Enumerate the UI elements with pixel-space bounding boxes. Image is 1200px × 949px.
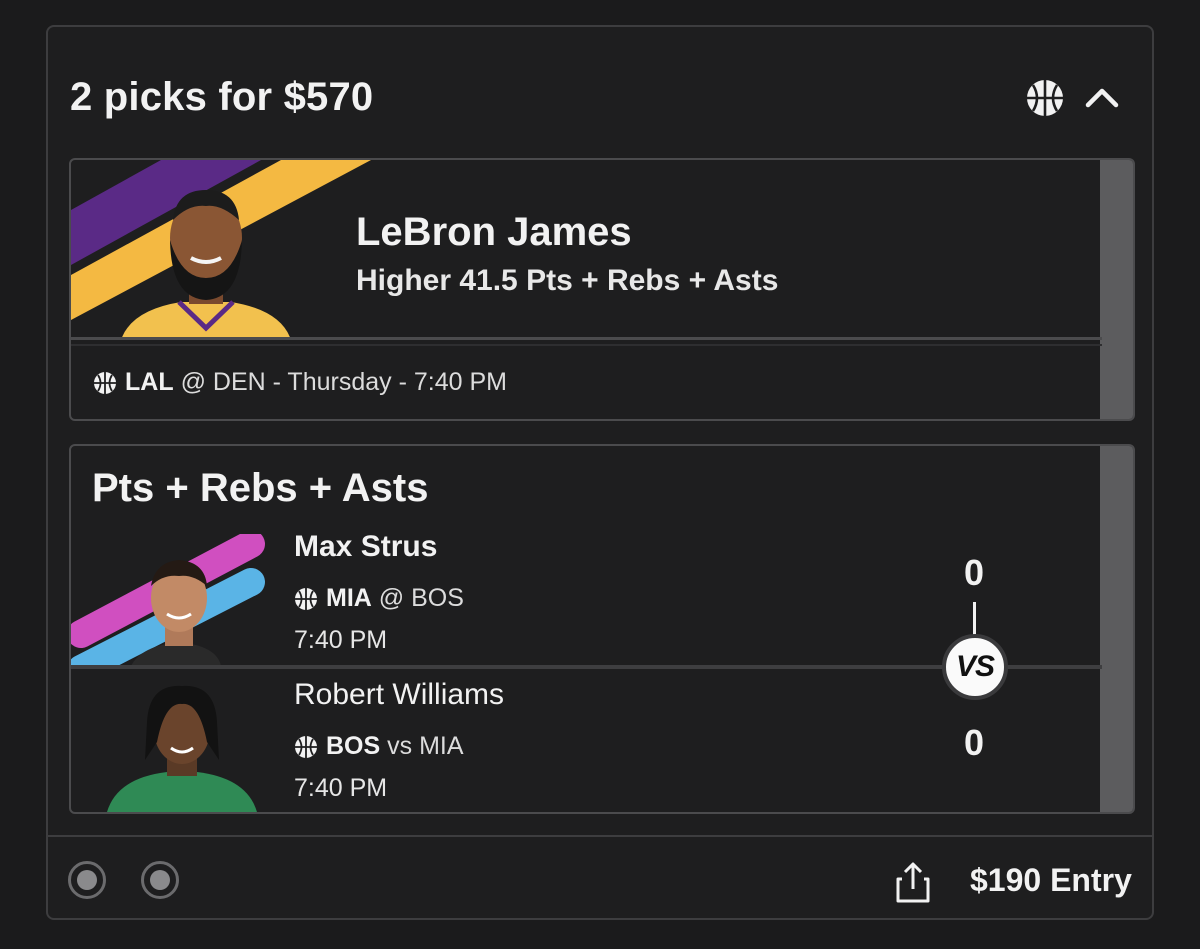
- basketball-icon: [295, 587, 317, 610]
- team-abbr: LAL: [125, 368, 174, 396]
- vs-connector: [973, 602, 976, 636]
- game-info: LAL @ DEN - Thursday - 7:40 PM: [93, 368, 507, 397]
- player-headshot-williams: [107, 685, 257, 812]
- vs-badge: VS: [942, 634, 1008, 700]
- pick-status-indicator-2: [141, 861, 179, 899]
- share-icon[interactable]: [894, 861, 932, 903]
- divider: [71, 344, 1102, 346]
- player-name-b: Robert Williams: [294, 678, 505, 711]
- game-info-b: BOS vs MIA: [294, 732, 464, 761]
- team-abbr: MIA: [326, 584, 372, 612]
- team-abbr: BOS: [326, 732, 381, 760]
- score-b: 0: [963, 722, 985, 763]
- scroll-rail: [1100, 446, 1133, 812]
- lineup-card: 2 picks for $570 LeBron James Higher 41.…: [46, 25, 1154, 920]
- player-headshot-lebron: [71, 160, 371, 337]
- matchup-text: vs MIA: [387, 732, 464, 760]
- pick-header: LeBron James Higher 41.5 Pts + Rebs + As…: [71, 160, 1102, 340]
- matchup-text: @ BOS: [378, 584, 464, 612]
- game-info-a: MIA @ BOS: [294, 584, 464, 613]
- chevron-up-icon[interactable]: [1082, 79, 1122, 115]
- matchup-text: @ DEN - Thursday - 7:40 PM: [180, 368, 507, 396]
- footer-divider: [48, 835, 1152, 837]
- entry-amount: $190 Entry: [970, 862, 1132, 898]
- pick-status-indicator-1: [68, 861, 106, 899]
- scroll-rail: [1100, 160, 1133, 419]
- basketball-icon: [295, 735, 317, 758]
- player-name: LeBron James: [356, 210, 632, 254]
- pick-card-matchup[interactable]: Pts + Rebs + Asts Max Strus MIA @ BOS 7:…: [69, 444, 1135, 814]
- game-time-a: 7:40 PM: [294, 626, 388, 654]
- game-time-b: 7:40 PM: [294, 774, 388, 802]
- stat-title: Pts + Rebs + Asts: [92, 466, 429, 510]
- lineup-title: 2 picks for $570: [70, 75, 374, 119]
- player-name-a: Max Strus: [294, 530, 438, 563]
- pick-projection: Higher 41.5 Pts + Rebs + Asts: [356, 264, 779, 297]
- basketball-icon: [94, 371, 116, 394]
- basketball-icon: [1027, 80, 1063, 116]
- pick-card-lebron[interactable]: LeBron James Higher 41.5 Pts + Rebs + As…: [69, 158, 1135, 421]
- score-a: 0: [963, 552, 985, 593]
- player-headshot-strus: [71, 534, 265, 666]
